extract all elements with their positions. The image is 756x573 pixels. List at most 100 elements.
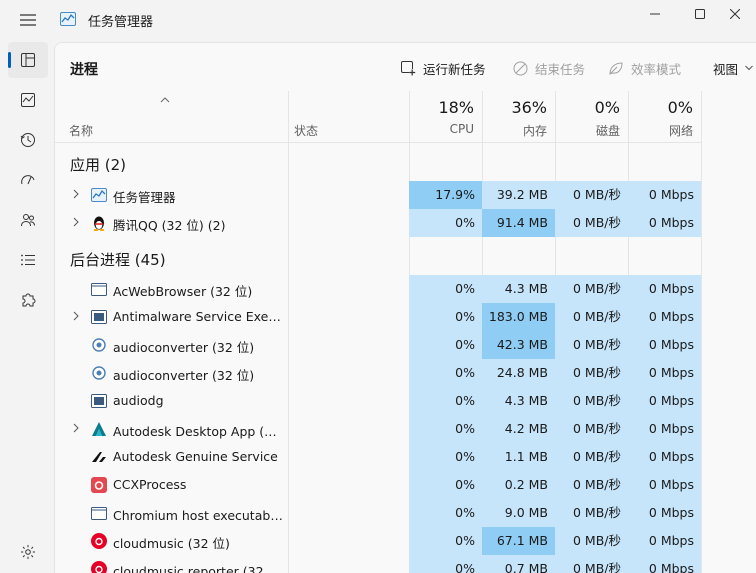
cpu-value: 0%	[409, 387, 482, 415]
nav-settings[interactable]	[8, 534, 48, 570]
cpu-value: 0%	[409, 275, 482, 303]
view-menu-button[interactable]: 视图	[713, 57, 753, 79]
process-row[interactable]: Antimalware Service Executable 0% 183.0 …	[55, 303, 756, 331]
memory-total-percent: 36%	[511, 98, 547, 117]
memory-value: 0.2 MB	[482, 471, 555, 499]
process-name: Antimalware Service Executable	[113, 309, 283, 324]
background-group-header[interactable]: 后台进程 (45)	[70, 249, 166, 270]
process-row[interactable]: Autodesk Genuine Service 0% 1.1 MB 0 MB/…	[55, 443, 756, 471]
network-value: 0 Mbps	[628, 209, 701, 237]
window-icon	[91, 281, 107, 297]
process-row[interactable]: CCXProcess 0% 0.2 MB 0 MB/秒 0 Mbps	[55, 471, 756, 499]
nav-details[interactable]	[8, 242, 48, 278]
network-column-header[interactable]: 0% 网络	[628, 91, 701, 143]
nav-users[interactable]	[8, 202, 48, 238]
status-column-label: 状态	[294, 124, 319, 138]
status-column-header[interactable]: 状态	[288, 91, 409, 143]
cpu-value: 0%	[409, 471, 482, 499]
cpu-value: 0%	[409, 443, 482, 471]
process-name: AcWebBrowser (32 位)	[113, 284, 253, 299]
process-row[interactable]: 腾讯QQ (32 位) (2) 0% 91.4 MB 0 MB/秒 0 Mbps	[55, 209, 756, 237]
process-row[interactable]: Autodesk Desktop App (32 位) 0% 4.2 MB 0 …	[55, 415, 756, 443]
process-name: audioconverter (32 位)	[113, 340, 255, 355]
process-name: audiodg	[113, 393, 164, 408]
efficiency-mode-button[interactable]: 效率模式	[608, 57, 681, 79]
network-value: 0 Mbps	[628, 555, 701, 573]
network-value: 0 Mbps	[628, 527, 701, 555]
memory-column-header[interactable]: 36% 内存	[482, 91, 555, 143]
efficiency-mode-label: 效率模式	[631, 61, 682, 77]
memory-value: 4.2 MB	[482, 415, 555, 443]
memory-value: 67.1 MB	[482, 527, 555, 555]
end-task-label: 结束任务	[535, 61, 586, 77]
memory-value: 4.3 MB	[482, 275, 555, 303]
chevron-down-icon	[745, 65, 753, 71]
memory-value: 24.8 MB	[482, 359, 555, 387]
memory-value: 91.4 MB	[482, 209, 555, 237]
cpu-column-label: CPU	[449, 122, 474, 136]
cpu-column-header[interactable]: 18% CPU	[409, 91, 482, 143]
process-name: audioconverter (32 位)	[113, 368, 255, 383]
nav-app-history[interactable]	[8, 122, 48, 158]
process-row[interactable]: audiodg 0% 4.3 MB 0 MB/秒 0 Mbps	[55, 387, 756, 415]
close-button[interactable]	[712, 0, 756, 28]
disk-value: 0 MB/秒	[555, 387, 628, 415]
nav-performance[interactable]	[8, 82, 48, 118]
cpu-total-percent: 18%	[438, 98, 474, 117]
name-column-header[interactable]: 名称	[55, 91, 288, 143]
details-list-icon	[21, 254, 35, 266]
network-value: 0 Mbps	[628, 303, 701, 331]
disk-value: 0 MB/秒	[555, 209, 628, 237]
efficiency-leaf-icon	[609, 61, 623, 75]
end-task-button[interactable]: 结束任务	[513, 57, 585, 79]
task-manager-icon	[91, 187, 107, 203]
memory-value: 9.0 MB	[482, 499, 555, 527]
memory-value: 42.3 MB	[482, 331, 555, 359]
process-row[interactable]: 任务管理器 17.9% 39.2 MB 0 MB/秒 0 Mbps	[55, 181, 756, 209]
disk-value: 0 MB/秒	[555, 499, 628, 527]
memory-value: 1.1 MB	[482, 443, 555, 471]
end-task-icon	[513, 61, 528, 75]
apps-group-header[interactable]: 应用 (2)	[70, 154, 126, 175]
cpu-value: 17.9%	[409, 181, 482, 209]
process-row[interactable]: AcWebBrowser (32 位) 0% 4.3 MB 0 MB/秒 0 M…	[55, 275, 756, 303]
minimize-button[interactable]	[632, 0, 678, 28]
services-puzzle-icon	[22, 293, 36, 307]
creative-cloud-icon	[91, 477, 107, 493]
nav-startup-apps[interactable]	[8, 162, 48, 198]
process-row[interactable]: cloudmusic reporter (32 位) 0% 0.7 MB 0 M…	[55, 555, 756, 573]
chevron-right-icon[interactable]	[71, 311, 81, 321]
disk-column-header[interactable]: 0% 磁盘	[555, 91, 628, 143]
run-new-task-button[interactable]: 运行新任务	[401, 57, 486, 79]
chevron-right-icon[interactable]	[71, 189, 81, 199]
disk-value: 0 MB/秒	[555, 275, 628, 303]
memory-value: 4.3 MB	[482, 387, 555, 415]
disk-value: 0 MB/秒	[555, 181, 628, 209]
process-row[interactable]: audioconverter (32 位) 0% 24.8 MB 0 MB/秒 …	[55, 359, 756, 387]
disk-total-percent: 0%	[594, 98, 620, 117]
disk-value: 0 MB/秒	[555, 555, 628, 573]
chevron-right-icon[interactable]	[71, 423, 81, 433]
cpu-value: 0%	[409, 331, 482, 359]
audio-converter-icon	[91, 365, 107, 381]
nav-processes[interactable]	[8, 42, 48, 78]
disk-value: 0 MB/秒	[555, 331, 628, 359]
chevron-right-icon[interactable]	[71, 217, 81, 227]
nav-services[interactable]	[8, 282, 48, 318]
cpu-value: 0%	[409, 499, 482, 527]
process-row[interactable]: audioconverter (32 位) 0% 42.3 MB 0 MB/秒 …	[55, 331, 756, 359]
network-value: 0 Mbps	[628, 331, 701, 359]
process-row[interactable]: Chromium host executable (32 位) 0% 9.0 M…	[55, 499, 756, 527]
history-icon	[20, 133, 35, 147]
process-name: Chromium host executable (32 位)	[113, 508, 283, 523]
network-total-percent: 0%	[667, 98, 693, 117]
cpu-value: 0%	[409, 555, 482, 573]
hamburger-menu-icon[interactable]	[10, 6, 46, 34]
cpu-value: 0%	[409, 359, 482, 387]
network-column-label: 网络	[668, 124, 693, 138]
process-name: 腾讯QQ (32 位) (2)	[113, 218, 226, 233]
performance-icon	[21, 93, 35, 107]
process-row[interactable]: cloudmusic (32 位) 0% 67.1 MB 0 MB/秒 0 Mb…	[55, 527, 756, 555]
memory-column-label: 内存	[522, 124, 547, 138]
cpu-value: 0%	[409, 209, 482, 237]
